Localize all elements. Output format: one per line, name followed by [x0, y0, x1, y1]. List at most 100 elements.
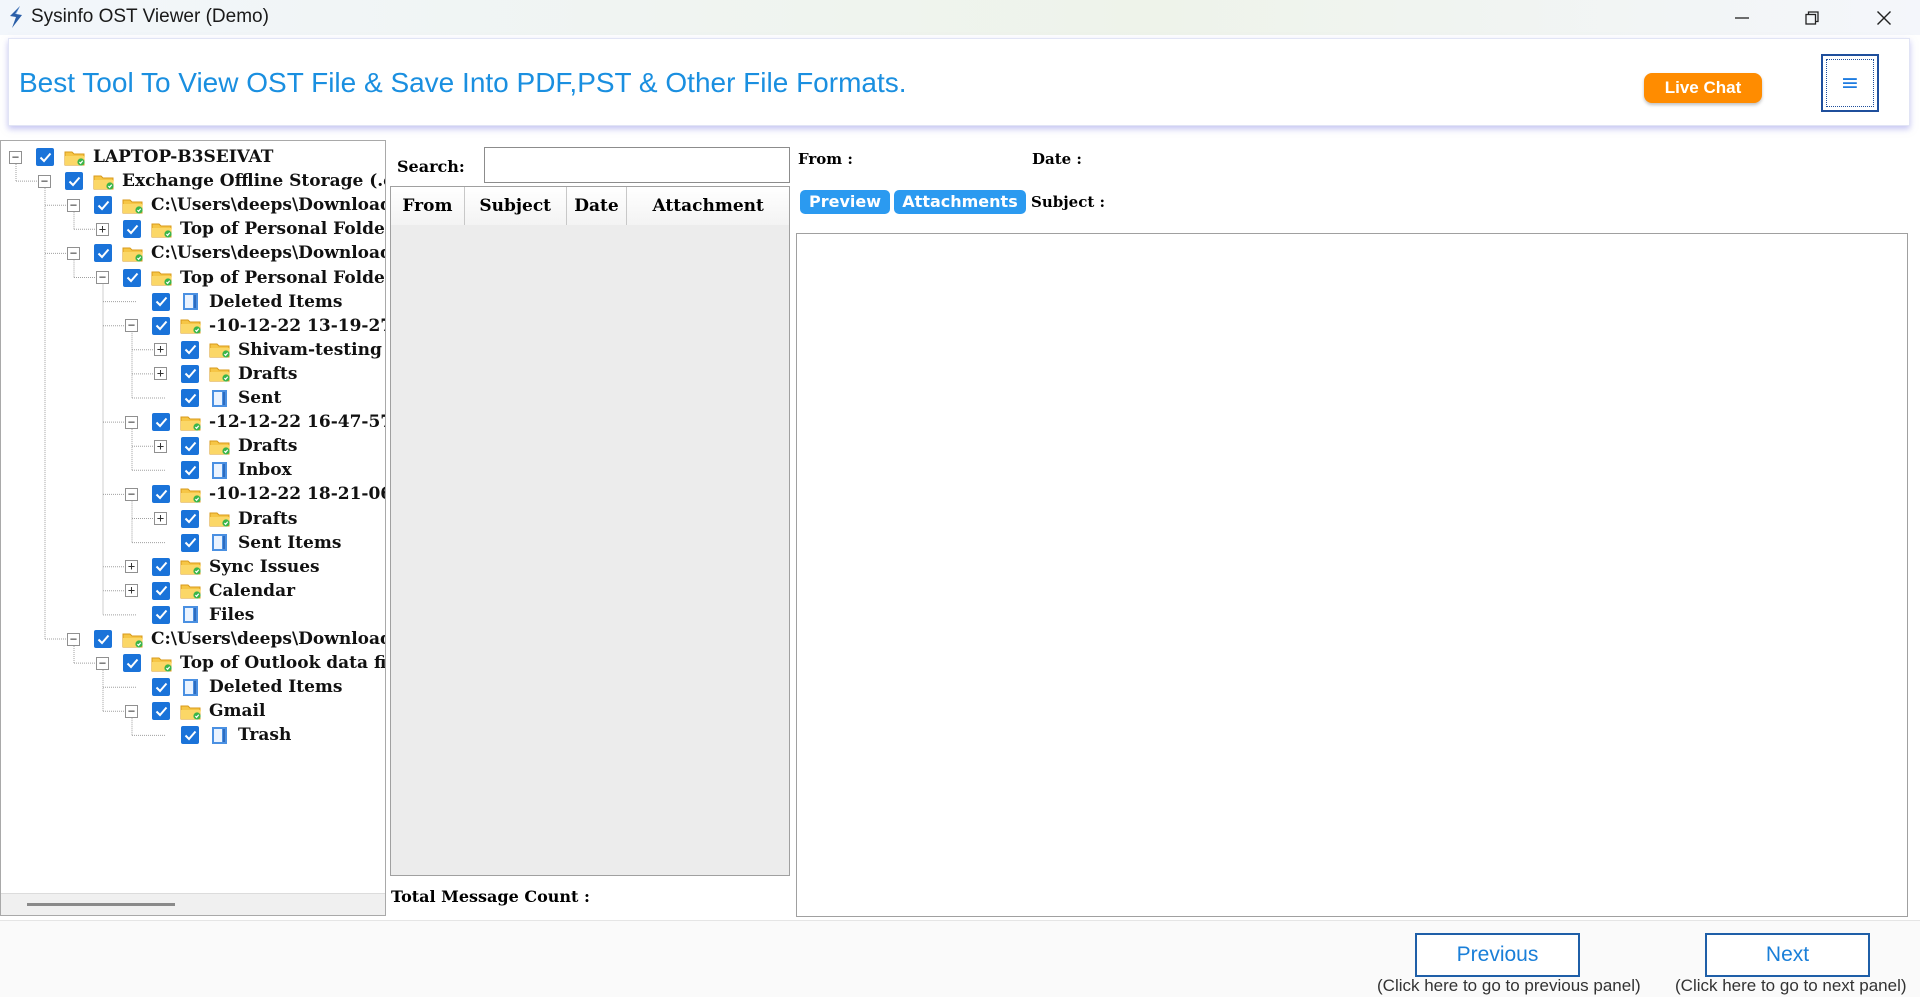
- header-banner: Best Tool To View OST File & Save Into P…: [8, 38, 1910, 126]
- folder-icon: [151, 654, 173, 673]
- column-header-from[interactable]: From: [391, 187, 465, 225]
- expand-icon[interactable]: +: [154, 367, 167, 381]
- tree-checkbox[interactable]: [123, 268, 141, 287]
- folder-icon: [180, 413, 202, 432]
- tree-checkbox[interactable]: [181, 533, 199, 552]
- tree-checkbox[interactable]: [181, 461, 199, 480]
- collapse-icon[interactable]: −: [67, 198, 80, 212]
- column-header-date[interactable]: Date: [566, 187, 628, 225]
- tree-checkbox[interactable]: [181, 389, 199, 407]
- previous-button[interactable]: Previous: [1415, 933, 1580, 977]
- tree-node[interactable]: Inbox: [154, 458, 292, 482]
- collapse-icon[interactable]: −: [125, 704, 138, 718]
- close-button[interactable]: [1849, 0, 1919, 35]
- menu-button[interactable]: ≡: [1821, 54, 1879, 112]
- tree-checkbox[interactable]: [94, 196, 112, 215]
- tree-node[interactable]: − Top of Personal Folders: [96, 266, 385, 290]
- message-preview-area[interactable]: [796, 233, 1908, 917]
- expand-icon[interactable]: +: [125, 584, 138, 598]
- tree-checkbox[interactable]: [152, 316, 170, 335]
- tree-node[interactable]: + Top of Personal Folders: [96, 217, 386, 241]
- tree-checkbox[interactable]: [152, 678, 170, 697]
- minimize-button[interactable]: [1707, 0, 1777, 35]
- tree-node-label: C:\Users\deeps\Downloads\: [151, 195, 386, 216]
- tree-node[interactable]: + Drafts: [154, 507, 297, 531]
- tree-checkbox[interactable]: [152, 702, 170, 721]
- next-button[interactable]: Next: [1705, 933, 1870, 977]
- folder-icon: [180, 316, 202, 335]
- tree-node-label: Files: [209, 604, 255, 625]
- search-input[interactable]: [484, 147, 790, 183]
- mail-folder-icon: [209, 533, 231, 552]
- tree-node[interactable]: − Exchange Offline Storage (.ost): [38, 169, 385, 193]
- tree-checkbox[interactable]: [65, 172, 83, 191]
- tree-node[interactable]: Trash: [154, 723, 291, 747]
- tree-checkbox[interactable]: [36, 148, 54, 166]
- tree-checkbox[interactable]: [181, 509, 199, 528]
- collapse-icon[interactable]: −: [9, 150, 22, 164]
- tree-node[interactable]: − C:\Users\deeps\Downloads\: [67, 627, 385, 651]
- restore-button[interactable]: [1777, 0, 1847, 35]
- collapse-icon[interactable]: −: [125, 487, 138, 501]
- tree-node[interactable]: − C:\Users\deeps\Downloads\: [67, 193, 386, 217]
- tree-checkbox[interactable]: [152, 413, 170, 432]
- tree-node[interactable]: Deleted Items: [125, 290, 343, 314]
- tree-node[interactable]: + Drafts: [154, 362, 297, 386]
- tree-checkbox[interactable]: [181, 340, 199, 359]
- expand-icon[interactable]: +: [96, 222, 109, 236]
- tree-node[interactable]: + Drafts: [154, 434, 297, 458]
- tree-node[interactable]: + Shivam-testing at: [154, 338, 385, 362]
- tree-node[interactable]: − Gmail: [125, 699, 265, 723]
- tree-checkbox[interactable]: [152, 292, 170, 311]
- tree-node[interactable]: Sent Items: [154, 531, 341, 555]
- tree-node[interactable]: − -10-12-22 18-21-06: [125, 482, 385, 506]
- collapse-icon[interactable]: −: [125, 415, 138, 429]
- column-header-attachment[interactable]: Attachment: [627, 187, 789, 225]
- expand-icon[interactable]: +: [154, 512, 167, 525]
- horizontal-scrollbar[interactable]: [1, 893, 385, 915]
- message-list[interactable]: From Subject Date Attachment: [390, 186, 790, 876]
- column-header-subject[interactable]: Subject: [464, 187, 567, 225]
- collapse-icon[interactable]: −: [96, 656, 109, 670]
- collapse-icon[interactable]: −: [38, 174, 51, 188]
- tree-checkbox[interactable]: [181, 726, 199, 745]
- tree-checkbox[interactable]: [94, 244, 112, 263]
- expand-icon[interactable]: +: [154, 439, 167, 453]
- tree-node[interactable]: + Sync Issues: [125, 555, 320, 579]
- tree-node[interactable]: − LAPTOP-B3SEIVAT: [9, 145, 273, 169]
- tree-node[interactable]: − -10-12-22 13-19-27: [125, 314, 385, 338]
- folder-tree-panel[interactable]: − LAPTOP-B3SEIVAT − Exchange Offline Storag…: [0, 140, 386, 916]
- tree-node[interactable]: Sent: [154, 386, 281, 410]
- window-title: Sysinfo OST Viewer (Demo): [31, 6, 269, 27]
- tree-node[interactable]: Deleted Items: [125, 675, 343, 699]
- message-list-header: From Subject Date Attachment: [391, 187, 789, 225]
- tree-checkbox[interactable]: [152, 485, 170, 504]
- collapse-icon[interactable]: −: [96, 271, 109, 284]
- attachments-tab[interactable]: Attachments: [894, 190, 1026, 214]
- collapse-icon[interactable]: −: [67, 632, 80, 646]
- tree-node-label: -12-12-22 16-47-57: [209, 412, 386, 433]
- tree-checkbox[interactable]: [181, 437, 199, 456]
- scrollbar-thumb[interactable]: [27, 903, 175, 906]
- live-chat-button[interactable]: Live Chat: [1644, 73, 1762, 103]
- tree-node[interactable]: − -12-12-22 16-47-57: [125, 410, 386, 434]
- tree-checkbox[interactable]: [123, 220, 141, 239]
- tree-node[interactable]: − C:\Users\deeps\Downloads\: [67, 241, 385, 265]
- tree-checkbox[interactable]: [152, 581, 170, 600]
- tree-checkbox[interactable]: [94, 630, 112, 648]
- expand-icon[interactable]: +: [154, 343, 167, 357]
- tree-node-label: Top of Personal Folders: [180, 219, 386, 240]
- tree-node[interactable]: − Top of Outlook data file: [96, 651, 385, 675]
- tree-checkbox[interactable]: [152, 605, 170, 624]
- tree-node[interactable]: Files: [125, 603, 254, 627]
- collapse-icon[interactable]: −: [125, 319, 138, 333]
- expand-icon[interactable]: +: [125, 560, 138, 574]
- tree-node[interactable]: + Calendar: [125, 579, 295, 603]
- tree-checkbox[interactable]: [181, 364, 199, 383]
- preview-tab[interactable]: Preview: [800, 190, 890, 214]
- collapse-icon[interactable]: −: [67, 246, 80, 260]
- tree-checkbox[interactable]: [123, 654, 141, 673]
- tree-node-label: Drafts: [238, 508, 298, 529]
- tree-checkbox[interactable]: [152, 557, 170, 576]
